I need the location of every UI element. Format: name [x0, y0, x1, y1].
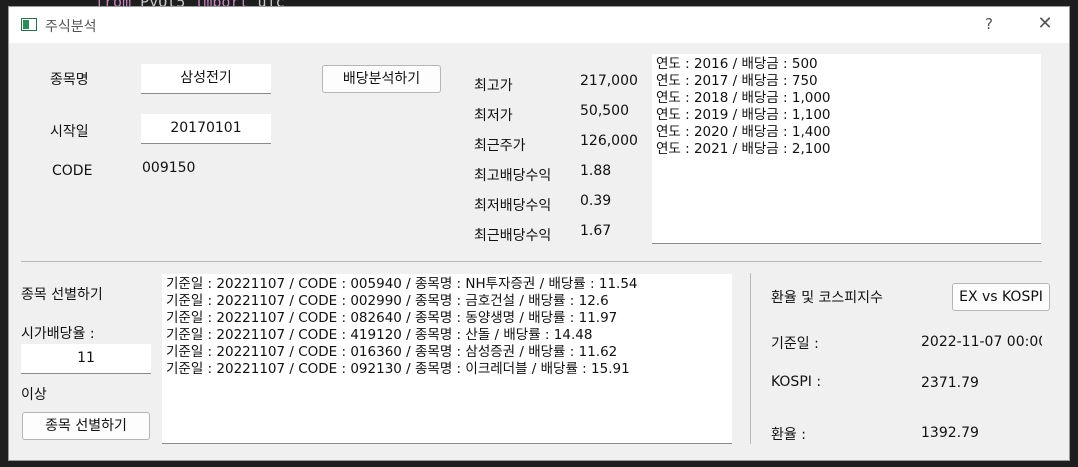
- market-divider: [750, 273, 751, 444]
- stat-label: 최고가: [474, 78, 513, 94]
- base-date-label: 기준일 :: [771, 336, 819, 352]
- dividend-line: 연도 : 2021 / 배당금 : 2,100: [656, 141, 831, 157]
- dividend-line: 연도 : 2016 / 배당금 : 500: [656, 56, 818, 72]
- result-line: 기준일 : 20221107 / CODE : 092130 / 종목명 : 이…: [166, 361, 630, 377]
- market-title: 환율 및 코스피지수: [771, 290, 883, 306]
- stat-label: 최저배당수익: [474, 198, 552, 214]
- yield-label: 시가배당율 :: [21, 326, 95, 342]
- start-date-label: 시작일: [50, 124, 89, 140]
- dividend-line: 연도 : 2020 / 배당금 : 1,400: [656, 124, 831, 140]
- stat-value: 217,000: [580, 73, 638, 89]
- stock-name-input[interactable]: 삼성전기: [141, 64, 271, 94]
- window-title: 주식분석: [45, 19, 97, 35]
- dividend-line: 연도 : 2017 / 배당금 : 750: [656, 73, 818, 89]
- code-value: 009150: [142, 160, 196, 176]
- exchange-rate-value: 1392.79: [921, 425, 979, 441]
- above-label: 이상: [21, 387, 47, 403]
- stat-row: 최고가 217,000: [474, 71, 644, 101]
- stat-label: 최근배당수익: [474, 228, 552, 244]
- stats-panel: 최고가 217,000 최저가 50,500 최근주가 126,000 최고배당…: [474, 71, 644, 251]
- stat-label: 최고배당수익: [474, 168, 552, 184]
- kospi-value: 2371.79: [921, 375, 979, 391]
- yield-input[interactable]: 11: [21, 344, 151, 374]
- code-label: CODE: [52, 163, 93, 179]
- title-bar[interactable]: 주식분석 ? ✕: [9, 7, 1069, 43]
- dividend-line: 연도 : 2019 / 배당금 : 1,100: [656, 107, 831, 123]
- result-line: 기준일 : 20221107 / CODE : 082640 / 종목명 : 동…: [166, 310, 618, 326]
- stat-value: 50,500: [580, 103, 629, 119]
- screener-title: 종목 선별하기: [21, 287, 103, 303]
- stat-row: 최근주가 126,000: [474, 131, 644, 161]
- stat-row: 최고배당수익 1.88: [474, 161, 644, 191]
- stat-label: 최근주가: [474, 138, 526, 154]
- screen-stocks-button[interactable]: 종목 선별하기: [22, 412, 150, 440]
- exchange-rate-label: 환율 :: [771, 427, 806, 443]
- stock-name-label: 종목명: [50, 72, 89, 88]
- screener-results-textbox[interactable]: 기준일 : 20221107 / CODE : 005940 / 종목명 : N…: [162, 274, 732, 444]
- stat-row: 최근배당수익 1.67: [474, 221, 644, 251]
- result-line: 기준일 : 20221107 / CODE : 005940 / 종목명 : N…: [166, 276, 638, 292]
- stat-value: 1.67: [580, 223, 612, 239]
- stat-value: 0.39: [580, 193, 612, 209]
- base-date-value: 2022-11-07 00:00: [921, 334, 1042, 350]
- dividend-analysis-button[interactable]: 배당분석하기: [322, 65, 441, 93]
- stat-row: 최저가 50,500: [474, 101, 644, 131]
- close-button[interactable]: ✕: [1035, 13, 1055, 35]
- stat-label: 최저가: [474, 108, 513, 124]
- ex-vs-kospi-button[interactable]: EX vs KOSPI: [952, 283, 1050, 311]
- result-line: 기준일 : 20221107 / CODE : 016360 / 종목명 : 삼…: [166, 344, 618, 360]
- dividend-line: 연도 : 2018 / 배당금 : 1,000: [656, 90, 831, 106]
- main-window: 주식분석 ? ✕ 종목명 삼성전기 배당분석하기 시작일 20170101 CO…: [8, 6, 1070, 461]
- dividend-history-textbox[interactable]: 연도 : 2016 / 배당금 : 500 연도 : 2017 / 배당금 : …: [652, 54, 1041, 244]
- kospi-label: KOSPI :: [771, 374, 822, 390]
- stat-value: 1.88: [580, 163, 612, 179]
- start-date-input[interactable]: 20170101: [141, 114, 271, 144]
- section-divider: [21, 261, 1042, 262]
- result-line: 기준일 : 20221107 / CODE : 419120 / 종목명 : 산…: [166, 327, 593, 343]
- app-window-icon: [21, 18, 37, 31]
- result-line: 기준일 : 20221107 / CODE : 002990 / 종목명 : 금…: [166, 293, 609, 309]
- stat-row: 최저배당수익 0.39: [474, 191, 644, 221]
- help-button[interactable]: ?: [981, 15, 997, 35]
- stat-value: 126,000: [580, 133, 638, 149]
